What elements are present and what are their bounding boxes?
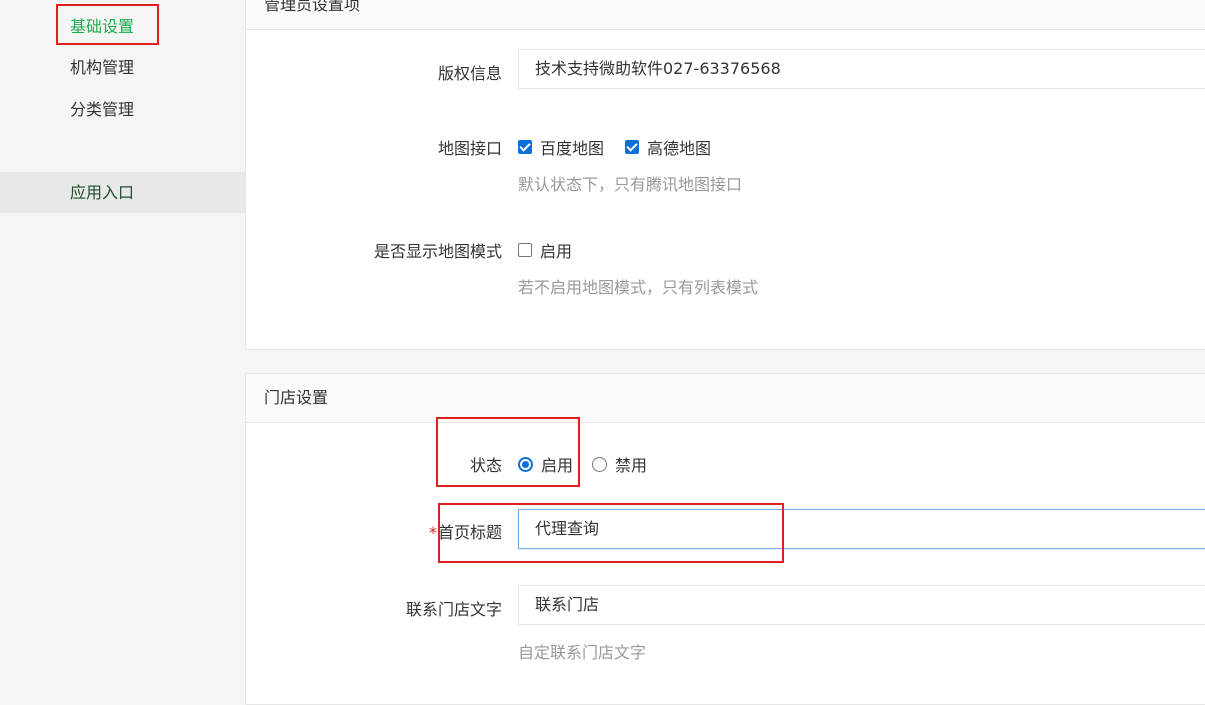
map-api-hint: 默认状态下，只有腾讯地图接口 (518, 175, 743, 194)
sidebar-item-app-entry[interactable]: 应用入口 (0, 172, 245, 213)
baidu-map-checkbox[interactable]: 百度地图 (518, 135, 604, 159)
sidebar-item-label: 分类管理 (70, 100, 135, 119)
checkbox-unchecked-icon (518, 243, 532, 257)
baidu-map-option-label: 百度地图 (540, 139, 605, 158)
admin-settings-panel: 管理员设置项 版权信息 技术支持微助软件027-63376568 地图接口 百度… (245, 0, 1205, 350)
sidebar: 基础设置 机构管理 分类管理 应用入口 (0, 0, 245, 698)
map-api-label: 地图接口 (437, 139, 502, 158)
annotation-box-sidebar (56, 4, 159, 45)
map-mode-option-label: 启用 (540, 242, 573, 261)
copyright-input[interactable]: 技术支持微助软件027-63376568 (518, 49, 1205, 89)
contact-text-label: 联系门店文字 (405, 600, 502, 619)
status-disable-label: 禁用 (615, 456, 648, 475)
sidebar-item-org-management[interactable]: 机构管理 (0, 47, 245, 88)
map-mode-label: 是否显示地图模式 (373, 242, 502, 261)
contact-text-hint: 自定联系门店文字 (518, 643, 647, 662)
radio-unchecked-icon (592, 456, 607, 472)
amap-option-label: 高德地图 (647, 139, 712, 158)
amap-checkbox[interactable]: 高德地图 (625, 135, 711, 159)
required-mark: * (428, 523, 437, 542)
panel-title: 管理员设置项 (246, 0, 1205, 30)
map-mode-hint: 若不启用地图模式，只有列表模式 (518, 278, 759, 297)
annotation-box-status (436, 417, 580, 487)
checkbox-checked-icon (625, 140, 639, 154)
panel-title: 门店设置 (246, 374, 1205, 423)
contact-text-input[interactable]: 联系门店 (518, 585, 1205, 625)
map-mode-enable-checkbox[interactable]: 启用 (518, 238, 572, 262)
checkbox-checked-icon (518, 140, 532, 154)
sidebar-item-label: 机构管理 (70, 58, 135, 77)
status-disable-radio[interactable]: 禁用 (592, 452, 647, 476)
copyright-label: 版权信息 (437, 64, 502, 83)
sidebar-item-label: 应用入口 (70, 183, 135, 202)
annotation-box-home-title (438, 503, 784, 563)
sidebar-item-category-management[interactable]: 分类管理 (0, 89, 245, 130)
